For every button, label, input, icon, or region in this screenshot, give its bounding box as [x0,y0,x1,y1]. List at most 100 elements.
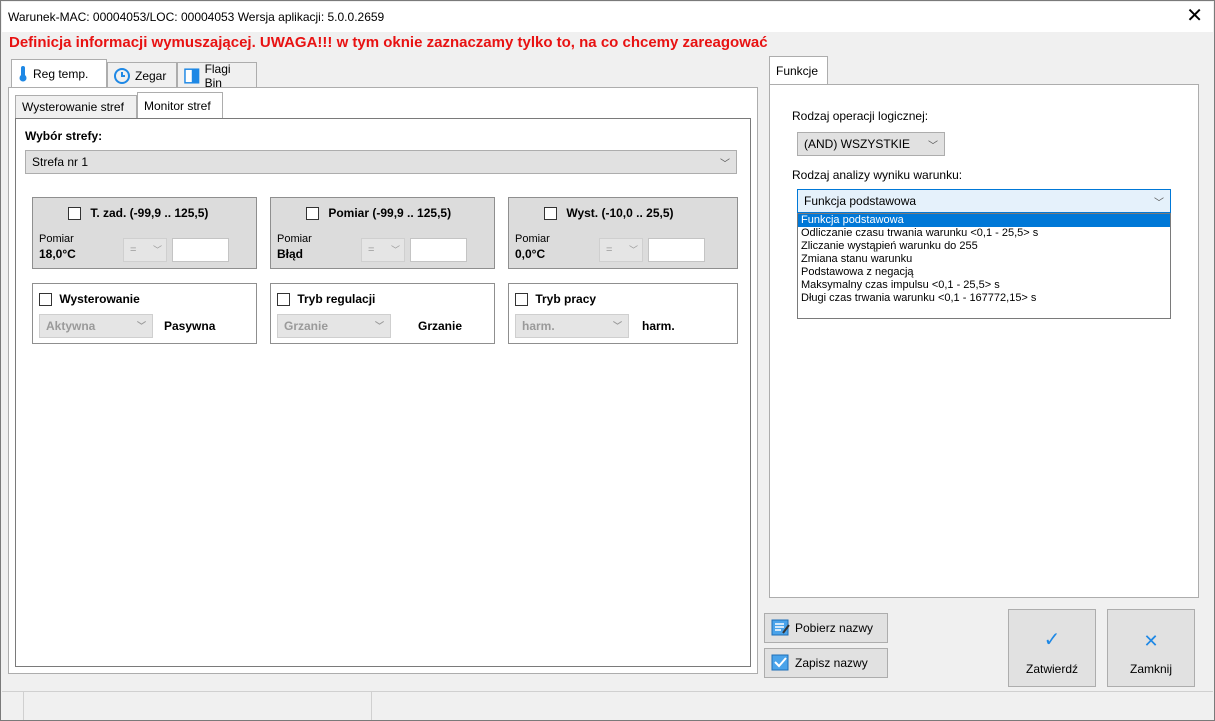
chevron-down-icon: ﹀ [1154,198,1164,209]
zone-select[interactable]: Strefa nr 1 ﹀ [25,150,737,174]
fetch-names-button[interactable]: Pobierz nazwy [764,613,888,643]
t-zad-value: 18,0°C [39,247,76,261]
chevron-down-icon: ﹀ [720,159,730,170]
close-icon: ✕ [1143,631,1159,651]
save-names-button[interactable]: Zapisz nazwy [764,648,888,678]
pomiar-operator-select[interactable]: = ﹀ [361,238,405,262]
window-title: Warunek-MAC: 00004053/LOC: 00004053 Wers… [8,10,385,24]
group-tryb-pracy: Tryb pracy harm. ﹀ harm. [508,283,738,344]
t-zad-operator-select[interactable]: = ﹀ [123,238,167,262]
chevron-down-icon: ﹀ [612,321,622,331]
thermometer-icon [19,66,27,82]
wyst-checkbox[interactable] [544,207,557,221]
tab-flagi-bin-label: Flagi Bin [204,61,231,90]
save-names-label: Zapisz nazwy [795,656,868,670]
title-bar: Warunek-MAC: 00004053/LOC: 00004053 Wers… [2,2,1213,32]
pomiar-operator: = [368,244,375,256]
tryb-regulacji-select-value: Grzanie [284,319,329,333]
tryb-regulacji-select[interactable]: Grzanie ﹀ [277,314,391,338]
flag-bin-icon [184,67,200,84]
wyst-input[interactable] [648,238,705,262]
pomiar-checkbox[interactable] [306,207,319,221]
chevron-down-icon: ﹀ [136,321,146,331]
group-wysterowanie: Wysterowanie Aktywna ﹀ Pasywna [32,283,257,344]
fetch-names-label: Pobierz nazwy [795,621,874,635]
tryb-regulacji-title: Tryb regulacji [297,292,376,306]
wyst-operator-select[interactable]: = ﹀ [599,238,643,262]
group-t-zad: T. zad. (-99,9 .. 125,5) Pomiar 18,0°C =… [32,197,257,269]
analysis-dropdown-list: Funkcja podstawowa Odliczanie czasu trwa… [797,213,1171,319]
tab-flagi-bin[interactable]: Flagi Bin [177,61,257,90]
logic-op-value: (AND) WSZYSTKIE [804,137,911,151]
wyst-value: 0,0°C [515,247,546,261]
tab-funkcje-label: Funkcje [776,64,819,78]
wyst-title: Wyst. (-10,0 .. 25,5) [566,206,674,220]
wyst-sub-label: Pomiar [515,233,550,245]
tryb-pracy-checkbox[interactable] [515,293,528,307]
group-wyst: Wyst. (-10,0 .. 25,5) Pomiar 0,0°C = ﹀ [508,197,738,269]
dropdown-option[interactable]: Odliczanie czasu trwania warunku <0,1 - … [798,227,1170,240]
zone-label: Wybór strefy: [25,129,103,143]
clock-icon [114,67,130,84]
edit-list-icon [771,619,790,636]
tab-zegar-label: Zegar [135,68,167,83]
group-pomiar: Pomiar (-99,9 .. 125,5) Pomiar Błąd = ﹀ [270,197,495,269]
check-icon: ✓ [1043,629,1061,651]
analysis-value: Funkcja podstawowa [804,194,917,208]
t-zad-checkbox[interactable] [68,207,81,221]
t-zad-operator: = [130,244,137,256]
confirm-button[interactable]: ✓ Zatwierdź [1008,609,1096,687]
chevron-down-icon: ﹀ [628,245,638,255]
tab-reg-temp-label: Reg temp. [33,67,89,81]
confirm-label: Zatwierdź [1025,662,1078,676]
dropdown-option[interactable]: Maksymalny czas impulsu <0,1 - 25,5> s [798,279,1170,292]
dropdown-option[interactable]: Zliczanie wystąpień warunku do 255 [798,240,1170,253]
wysterowanie-select-value: Aktywna [46,319,96,333]
wysterowanie-value: Pasywna [164,319,216,333]
tab-monitor-stref[interactable]: Monitor stref [137,92,223,119]
t-zad-title: T. zad. (-99,9 .. 125,5) [90,206,209,220]
tab-wysterowanie-stref[interactable]: Wysterowanie stref [15,95,137,118]
tab-funkcje[interactable]: Funkcje [769,56,828,85]
dialog-window: Warunek-MAC: 00004053/LOC: 00004053 Wers… [0,0,1215,721]
t-zad-sub-label: Pomiar [39,233,74,245]
wysterowanie-select[interactable]: Aktywna ﹀ [39,314,153,338]
save-list-icon [771,654,789,671]
pomiar-sub-label: Pomiar [277,233,312,245]
dropdown-option[interactable]: Funkcja podstawowa [798,214,1170,227]
dropdown-option[interactable]: Podstawowa z negacją [798,266,1170,279]
pomiar-value: Błąd [277,247,304,261]
wysterowanie-checkbox[interactable] [39,293,52,307]
close-button[interactable]: ✕ Zamknij [1107,609,1195,687]
tryb-pracy-select-value: harm. [522,319,555,333]
logic-op-label: Rodzaj operacji logicznej: [792,109,929,123]
tryb-pracy-title: Tryb pracy [535,292,597,306]
tryb-regulacji-checkbox[interactable] [277,293,290,307]
tab-reg-temp[interactable]: Reg temp. [11,59,107,88]
funkcje-panel [769,84,1199,598]
wyst-operator: = [606,244,613,256]
analysis-label: Rodzaj analizy wyniku warunku: [792,168,963,182]
t-zad-input[interactable] [172,238,229,262]
close-icon[interactable]: ✕ [1186,5,1203,27]
analysis-select[interactable]: Funkcja podstawowa ﹀ [797,189,1171,213]
pomiar-input[interactable] [410,238,467,262]
chevron-down-icon: ﹀ [390,245,400,255]
tab-monitor-stref-label: Monitor stref [144,99,211,113]
dropdown-option[interactable]: Zmiana stanu warunku [798,253,1170,266]
pomiar-title: Pomiar (-99,9 .. 125,5) [328,206,452,220]
chevron-down-icon: ﹀ [152,245,162,255]
tab-wysterowanie-stref-label: Wysterowanie stref [22,100,124,114]
wysterowanie-title: Wysterowanie [59,292,140,306]
warning-text: Definicja informacji wymuszającej. UWAGA… [9,34,768,51]
logic-op-select[interactable]: (AND) WSZYSTKIE ﹀ [797,132,945,156]
tryb-pracy-select[interactable]: harm. ﹀ [515,314,629,338]
status-segment [2,692,24,720]
status-segment [24,692,372,720]
close-label: Zamknij [1129,662,1172,676]
tab-zegar[interactable]: Zegar [107,62,177,88]
dropdown-option[interactable]: Długi czas trwania warunku <0,1 - 167772… [798,292,1170,305]
chevron-down-icon: ﹀ [928,141,938,152]
tryb-pracy-value: harm. [642,319,675,333]
chevron-down-icon: ﹀ [374,321,384,331]
